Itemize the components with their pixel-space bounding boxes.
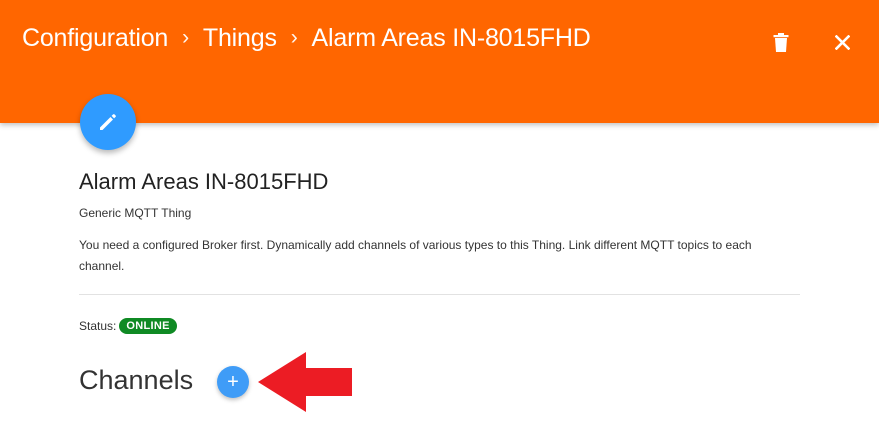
annotation-arrow: [258, 352, 352, 412]
delete-button[interactable]: [765, 26, 797, 58]
status-row: Status: ONLINE: [79, 317, 177, 335]
breadcrumb-current-thing: Alarm Areas IN-8015FHD: [311, 23, 591, 52]
plus-icon: +: [227, 371, 239, 393]
status-label: Status:: [79, 319, 117, 333]
divider: [79, 294, 800, 295]
channels-heading: Channels: [79, 365, 194, 395]
thing-description: You need a configured Broker first. Dyna…: [79, 238, 752, 273]
close-button[interactable]: [826, 26, 858, 58]
thing-type: Generic MQTT Thing: [79, 206, 192, 220]
breadcrumb: Configuration › Things › Alarm Areas IN-…: [22, 22, 591, 54]
close-icon: [834, 34, 850, 50]
thing-title: Alarm Areas IN-8015FHD: [79, 169, 329, 194]
header-bar: Configuration › Things › Alarm Areas IN-…: [0, 0, 879, 123]
status-badge: ONLINE: [119, 318, 177, 334]
edit-thing-button[interactable]: [80, 94, 136, 150]
pencil-icon: [100, 114, 116, 130]
breadcrumb-things[interactable]: Things: [203, 24, 277, 53]
breadcrumb-separator: ›: [182, 26, 189, 49]
trash-icon: [773, 32, 789, 52]
breadcrumb-separator: ›: [290, 26, 298, 49]
breadcrumb-configuration[interactable]: Configuration: [22, 24, 168, 53]
add-channel-button[interactable]: +: [217, 366, 249, 398]
